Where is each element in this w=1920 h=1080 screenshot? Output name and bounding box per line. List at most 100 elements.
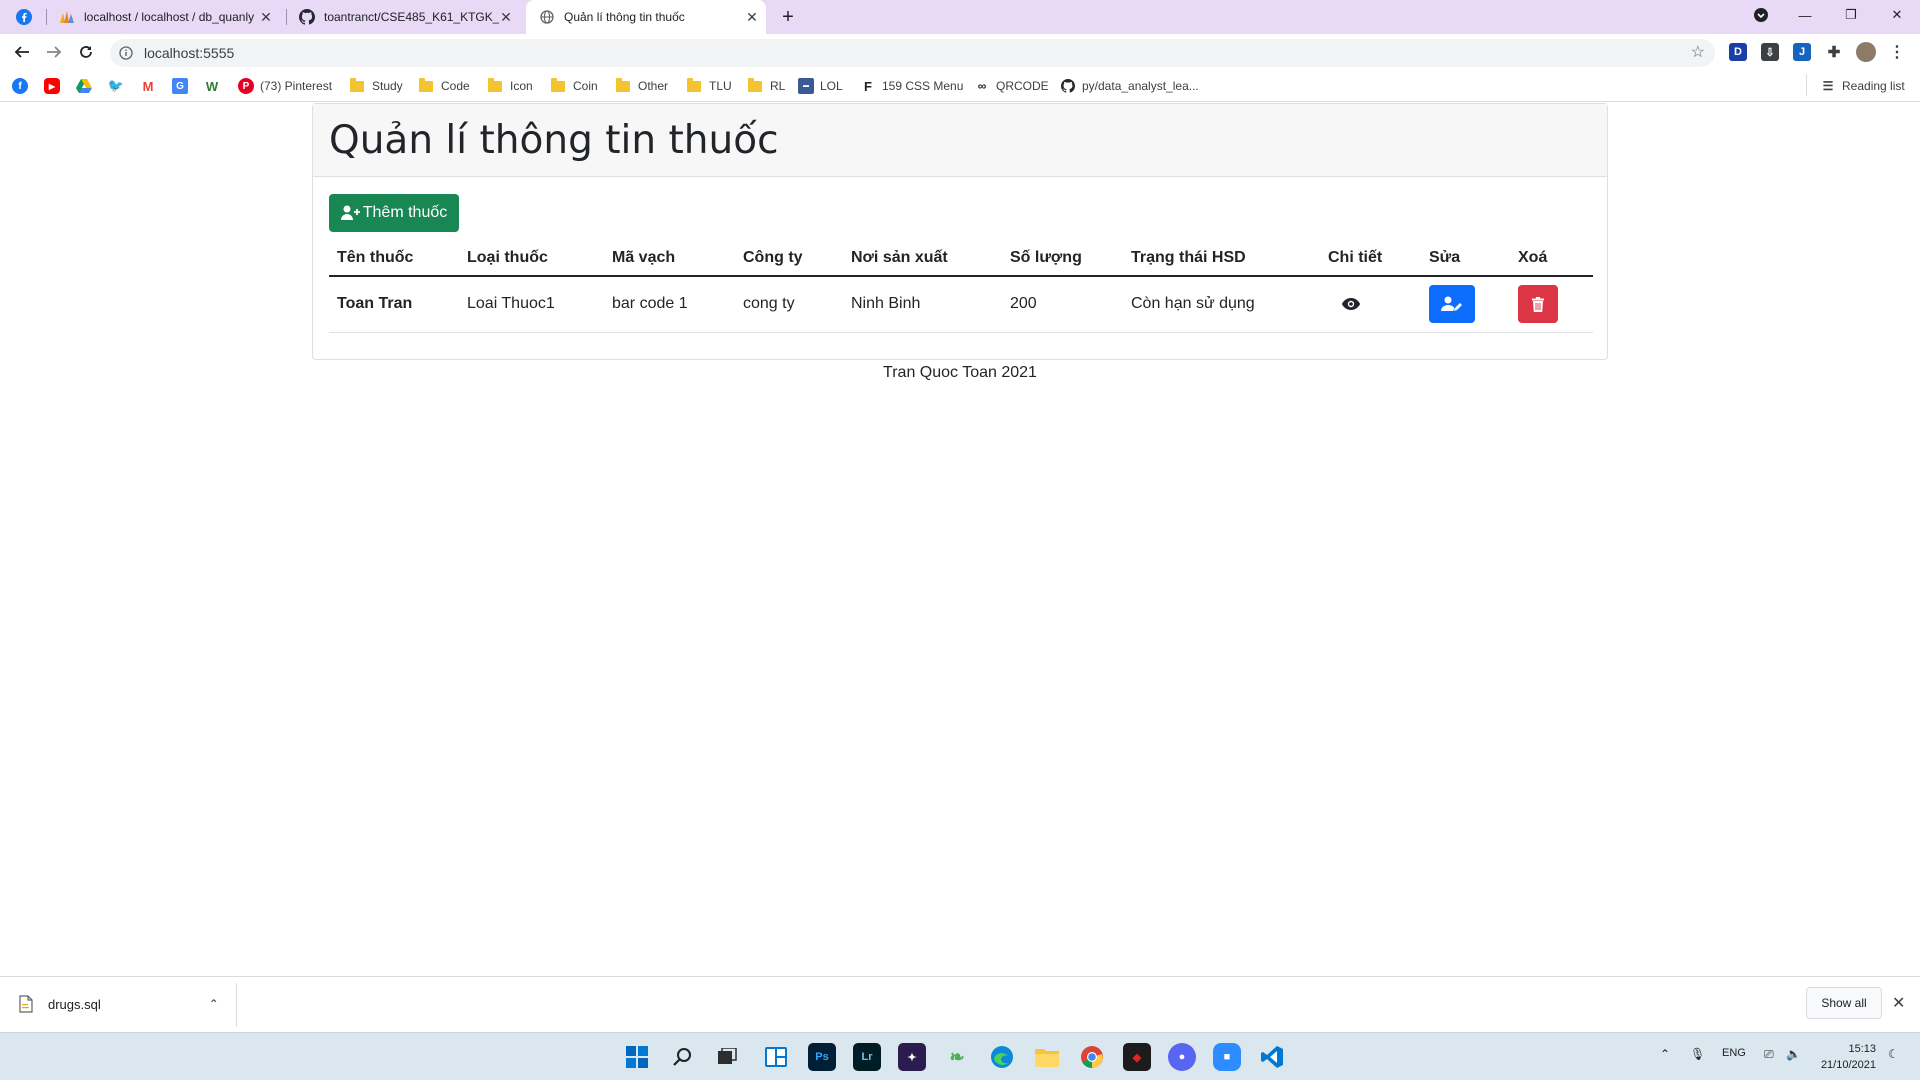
drug-table: Tên thuốc Loại thuốc Mã vạch Công ty Nơi… (329, 240, 1593, 333)
column-header: Trạng thái HSD (1123, 240, 1320, 277)
file-explorer-icon[interactable] (1033, 1043, 1061, 1071)
bookmark-folder-icon[interactable]: Icon (488, 77, 533, 94)
restore-button[interactable]: ❐ (1828, 0, 1874, 30)
back-arrow-icon (14, 46, 29, 58)
tab-github[interactable]: toantranct/CSE485_K61_KTGK_19 ✕ (298, 0, 520, 34)
avatar[interactable] (1856, 42, 1876, 62)
tab-phpmyadmin[interactable]: localhost / localhost / db_quanly ✕ (58, 0, 280, 34)
clock[interactable]: 15:13 21/10/2021 (1816, 1041, 1876, 1073)
edge-icon[interactable] (988, 1043, 1016, 1071)
notifications-icon[interactable]: ☾ (1888, 1047, 1899, 1061)
puzzle-icon[interactable]: ✚ (1825, 43, 1843, 61)
show-all-button[interactable]: Show all (1806, 987, 1882, 1019)
chevron-up-icon[interactable]: ⌃ (209, 997, 219, 1011)
minimize-button[interactable]: — (1782, 0, 1828, 30)
new-tab-button[interactable]: + (776, 5, 800, 29)
app-garena-icon[interactable]: ◆ (1123, 1043, 1151, 1071)
close-window-button[interactable]: ✕ (1874, 0, 1920, 30)
delete-button[interactable] (1518, 285, 1558, 324)
task-view-icon[interactable] (713, 1043, 741, 1071)
github-icon (1060, 78, 1076, 94)
bookmark-drive[interactable] (76, 78, 98, 94)
tab-title: localhost / localhost / db_quanly (84, 10, 255, 24)
f-icon: F (864, 78, 872, 94)
bookmark-translate[interactable]: G (172, 78, 194, 94)
cell-status: Còn hạn sử dụng (1123, 276, 1320, 333)
add-drug-button[interactable]: Thêm thuốc (329, 194, 459, 232)
bookmark-lol[interactable]: ▬ LOL (798, 78, 843, 94)
download-filename: drugs.sql (48, 996, 101, 1012)
feather-icon[interactable]: ❧ (943, 1043, 971, 1071)
vscode-icon[interactable] (1258, 1043, 1286, 1071)
forward-button[interactable] (40, 38, 68, 66)
bookmark-label: LOL (820, 79, 843, 93)
cell-type: Loai Thuoc1 (459, 276, 604, 333)
reading-list-button[interactable]: ☰ Reading list (1820, 78, 1905, 94)
bookmark-pinterest[interactable]: P (73) Pinterest (238, 78, 332, 94)
extension-j-icon[interactable]: J (1793, 43, 1811, 61)
start-button[interactable] (623, 1043, 651, 1071)
discord-icon[interactable]: ● (1168, 1043, 1196, 1071)
bookmark-qrcode[interactable]: ∞ QRCODE (974, 78, 1049, 94)
close-tab-icon[interactable]: ✕ (258, 9, 274, 25)
pinned-tab-facebook[interactable] (16, 0, 34, 34)
google-translate-icon: G (172, 78, 188, 94)
download-item[interactable]: drugs.sql ⌃ (18, 995, 219, 1013)
bookmark-folder-coin[interactable]: Coin (551, 77, 598, 94)
extension-download-icon[interactable]: ⇩ (1761, 43, 1779, 61)
tab-strip: localhost / localhost / db_quanly ✕ toan… (0, 0, 1920, 34)
bookmark-folder-rl[interactable]: RL (748, 77, 785, 94)
zoom-icon[interactable]: ■ (1213, 1043, 1241, 1071)
bookmark-facebook[interactable]: f (12, 78, 34, 94)
bookmark-label: py/data_analyst_lea... (1082, 79, 1199, 93)
bookmark-folder-code[interactable]: Code (419, 77, 470, 94)
lightroom-icon[interactable]: Lr (853, 1043, 881, 1071)
bookmark-star-icon[interactable]: ☆ (1691, 44, 1705, 62)
bookmark-label: 159 CSS Menu (882, 79, 964, 93)
taskbar: Ps Lr ✦ ❧ ◆ ● ■ ⌃ 🎙 ENG ⎚ 🔈 15:13 21/10/… (0, 1032, 1920, 1080)
column-header: Nơi sản xuất (843, 240, 1002, 277)
close-tab-icon[interactable]: ✕ (498, 9, 514, 25)
microphone-icon[interactable]: 🎙 (1690, 1047, 1705, 1061)
bookmark-folder-other[interactable]: Other (616, 77, 668, 94)
forward-arrow-icon (47, 46, 62, 58)
close-tab-icon[interactable]: ✕ (744, 9, 760, 25)
tab-search-button[interactable] (1738, 0, 1784, 30)
view-detail-button[interactable] (1328, 285, 1374, 323)
chrome-icon[interactable] (1078, 1043, 1106, 1071)
tab-active[interactable]: Quản lí thông tin thuốc ✕ (526, 0, 766, 34)
column-header: Số lượng (1002, 240, 1123, 277)
windows-icon (626, 1046, 648, 1068)
back-button[interactable] (8, 38, 36, 66)
tray-chevron-up-icon[interactable]: ⌃ (1660, 1047, 1670, 1061)
search-icon[interactable] (668, 1043, 696, 1071)
edit-button[interactable] (1429, 285, 1475, 324)
volume-icon[interactable]: 🔈 (1786, 1047, 1801, 1061)
bookmark-twitter[interactable]: 🐦 (108, 78, 130, 94)
network-icon[interactable]: ⎚ (1764, 1047, 1774, 1062)
eye-icon (1342, 298, 1360, 311)
bookmark-youtube[interactable]: ▶ (44, 78, 66, 94)
folder-icon (488, 77, 502, 92)
card-header: Quản lí thông tin thuốc (313, 104, 1607, 177)
bookmark-folder-study[interactable]: Study (350, 77, 403, 94)
address-bar[interactable]: localhost:5555 ☆ (110, 39, 1715, 67)
bookmark-github[interactable]: py/data_analyst_lea... (1060, 78, 1199, 94)
bookmark-w[interactable]: W (204, 78, 226, 94)
widgets-icon[interactable] (762, 1043, 790, 1071)
column-header: Sửa (1421, 240, 1510, 277)
photoshop-icon[interactable]: Ps (808, 1043, 836, 1071)
pinterest-icon: P (238, 78, 254, 94)
extension-d-icon[interactable]: D (1729, 43, 1747, 61)
menu-kebab-icon[interactable]: ⋮ (1888, 43, 1906, 61)
bookmark-gmail[interactable]: M (140, 78, 162, 94)
app-purple-icon[interactable]: ✦ (898, 1043, 926, 1071)
language-indicator[interactable]: ENG (1722, 1047, 1746, 1059)
reload-button[interactable] (72, 38, 100, 66)
bookmark-folder-tlu[interactable]: TLU (687, 77, 732, 94)
page-title: Quản lí thông tin thuốc (329, 117, 779, 163)
bookmark-css-menu[interactable]: F 159 CSS Menu (860, 78, 963, 94)
clock-time: 15:13 (1848, 1043, 1876, 1055)
close-download-bar-icon[interactable]: ✕ (1892, 993, 1905, 1013)
info-icon[interactable] (118, 45, 134, 61)
